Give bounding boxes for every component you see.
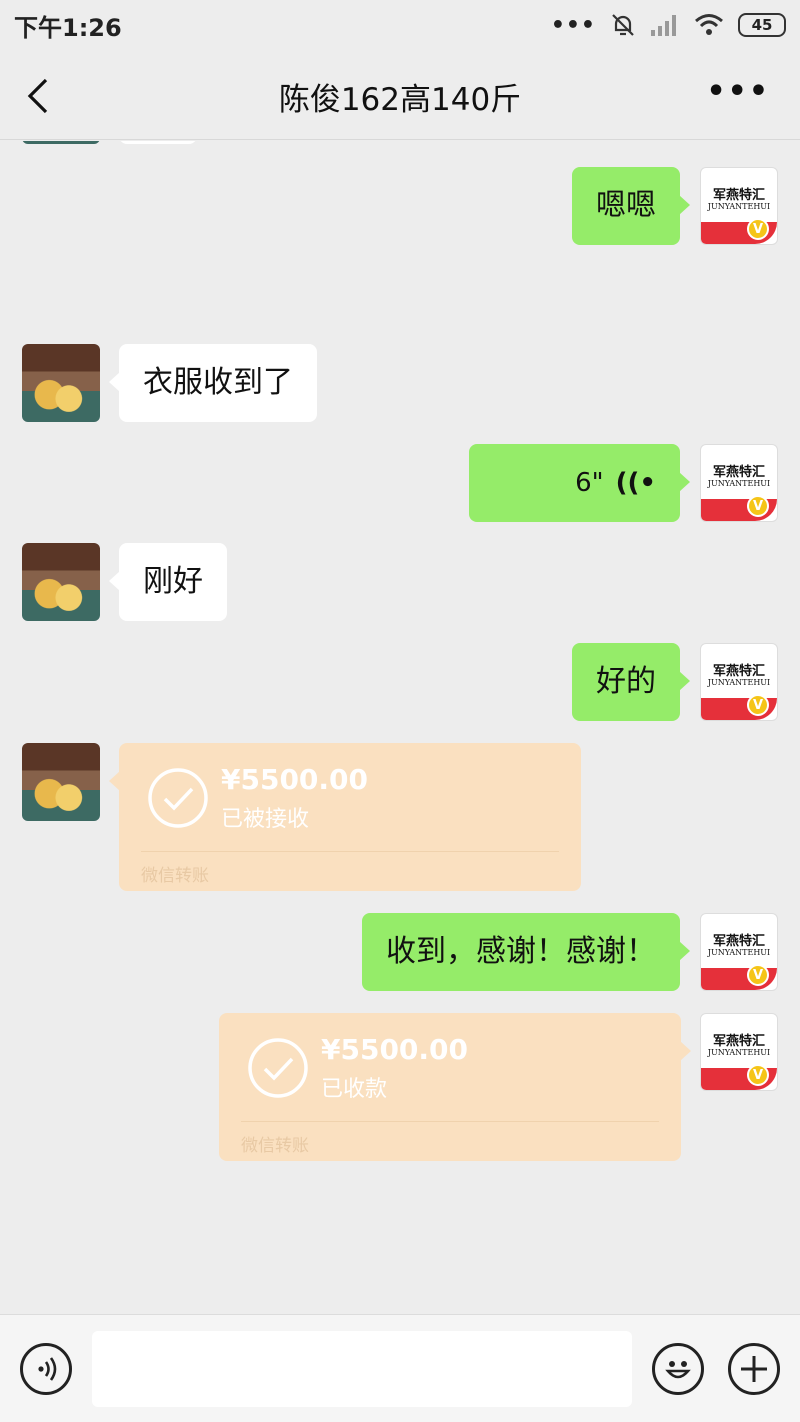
message-bubble-self[interactable]: 嗯嗯: [572, 167, 690, 245]
verified-badge-icon: V: [747, 495, 769, 517]
plus-icon[interactable]: [728, 1343, 780, 1395]
message-input[interactable]: [92, 1331, 632, 1407]
brand-pinyin: JUNYANTEHUI: [707, 479, 771, 488]
transfer-status: 已被接收: [221, 807, 310, 832]
message-row: 嗯嗯 军燕特汇 JUNYANTEHUI V: [0, 167, 800, 245]
battery-icon: 45: [738, 13, 786, 37]
message-row: 衣服收到了: [0, 344, 800, 422]
notification-dots-icon: •••: [550, 12, 596, 38]
voice-wave-icon: [38, 1357, 57, 1381]
brand-pinyin: JUNYANTEHUI: [707, 678, 771, 687]
status-bar: 下午1:26 ••• 45: [0, 0, 800, 50]
brand-name: 军燕特汇: [712, 934, 765, 949]
self-avatar[interactable]: 军燕特汇 JUNYANTEHUI V: [700, 167, 778, 245]
message-row: 好的 军燕特汇 JUNYANTEHUI V: [0, 643, 800, 721]
check-circle-icon: [248, 1038, 308, 1098]
message-bubble-self[interactable]: 收到，感谢！感谢！: [362, 913, 690, 991]
contact-avatar[interactable]: [22, 141, 100, 144]
message-bubble-other[interactable]: 刚好: [109, 543, 227, 621]
transfer-amount: ¥5500.00: [221, 763, 369, 796]
transfer-label: 微信转账: [241, 1136, 309, 1156]
mute-bell-icon: [612, 14, 634, 36]
voice-message-bubble[interactable]: 6" ((•: [469, 444, 690, 522]
brand-pinyin: JUNYANTEHUI: [707, 1048, 771, 1057]
divider: [141, 851, 559, 852]
transfer-card[interactable]: ¥5500.00 已收款 微信转账: [219, 1013, 691, 1161]
contact-avatar[interactable]: [22, 743, 100, 821]
transfer-status: 已收款: [321, 1077, 388, 1102]
input-bar: [0, 1314, 800, 1422]
voice-duration: 6": [575, 468, 604, 498]
brand-name: 军燕特汇: [712, 1034, 765, 1049]
check-circle-icon: [148, 768, 208, 828]
contact-avatar[interactable]: [22, 543, 100, 621]
message-row: 刚好: [0, 543, 800, 621]
transfer-amount: ¥5500.00: [321, 1033, 469, 1066]
more-options-button[interactable]: •••: [706, 74, 770, 109]
status-icons: ••• 45: [551, 12, 786, 38]
self-avatar[interactable]: 军燕特汇 JUNYANTEHUI V: [700, 643, 778, 721]
message-row: 6" ((• 军燕特汇 JUNYANTEHUI V: [0, 444, 800, 522]
verified-badge-icon: V: [747, 964, 769, 986]
message-row: 收到，感谢！感谢！ 军燕特汇 JUNYANTEHUI V: [0, 913, 800, 991]
chat-area[interactable]: 嗯嗯 军燕特汇 JUNYANTEHUI V 衣服收到了 6" ((• 军燕特汇 J…: [0, 141, 800, 1313]
brand-name: 军燕特汇: [712, 188, 765, 203]
brand-pinyin: JUNYANTEHUI: [707, 202, 771, 211]
chat-title: 陈俊162高140斤: [278, 82, 522, 118]
message-bubble-self[interactable]: 好的: [572, 643, 690, 721]
signal-icon: [651, 15, 676, 36]
verified-badge-icon: V: [747, 694, 769, 716]
self-avatar[interactable]: 军燕特汇 JUNYANTEHUI V: [700, 913, 778, 991]
brand-name: 军燕特汇: [712, 465, 765, 480]
voice-wave-icon: ((•: [615, 468, 656, 498]
chat-header: 陈俊162高140斤 •••: [0, 50, 800, 140]
plus-sign-icon: [741, 1356, 767, 1382]
emoji-icon[interactable]: [652, 1343, 704, 1395]
transfer-label: 微信转账: [141, 866, 209, 886]
brand-name: 军燕特汇: [712, 664, 765, 679]
message-bubble-other[interactable]: 衣服收到了: [109, 344, 317, 422]
verified-badge-icon: V: [747, 218, 769, 240]
brand-pinyin: JUNYANTEHUI: [707, 948, 771, 957]
verified-badge-icon: V: [747, 1064, 769, 1086]
message-row: ¥5500.00 已被接收 微信转账: [0, 743, 800, 891]
status-time: 下午1:26: [14, 13, 122, 42]
message-row: ¥5500.00 已收款 微信转账 军燕特汇 JUNYANTEHUI V: [0, 1013, 800, 1161]
self-avatar[interactable]: 军燕特汇 JUNYANTEHUI V: [700, 444, 778, 522]
self-avatar[interactable]: 军燕特汇 JUNYANTEHUI V: [700, 1013, 778, 1091]
transfer-card[interactable]: ¥5500.00 已被接收 微信转账: [109, 743, 581, 891]
contact-avatar[interactable]: [22, 344, 100, 422]
message-bubble-partial: [119, 141, 197, 144]
divider: [241, 1121, 659, 1122]
wifi-icon: [695, 14, 723, 35]
smiley-face-icon: [665, 1361, 691, 1379]
voice-input-icon[interactable]: [20, 1343, 72, 1395]
